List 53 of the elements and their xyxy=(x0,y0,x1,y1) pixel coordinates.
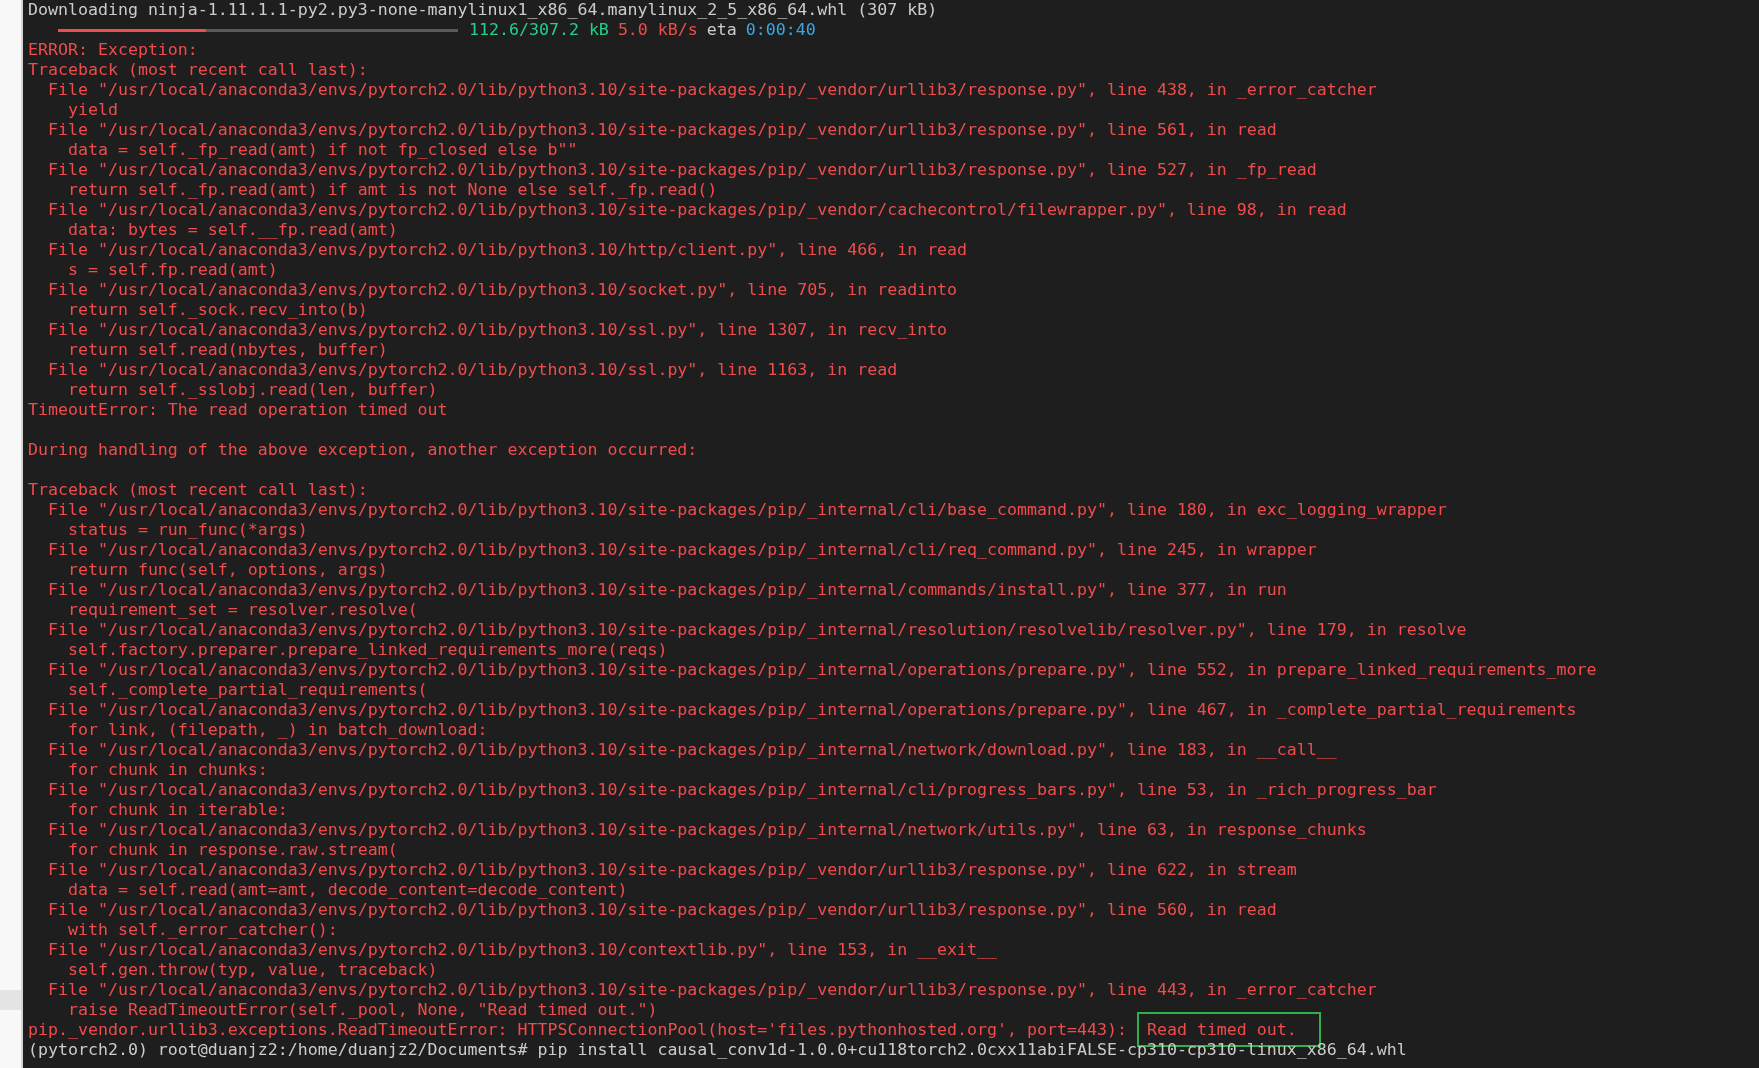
terminal-line: File "/usr/local/anaconda3/envs/pytorch2.0/lib/python3.10/socket.py", line 705, in readinto xyxy=(46,280,959,300)
terminal-line: File "/usr/local/anaconda3/envs/pytorch2.0/lib/python3.10/ssl.py", line 1307, in recv_into xyxy=(46,320,949,340)
terminal-line: File "/usr/local/anaconda3/envs/pytorch2.0/lib/python3.10/site-packages/pip/_vendor/urllib3/response.py", line 560, in read xyxy=(46,900,1278,920)
terminal-line: for link, (filepath, _) in batch_download: xyxy=(66,720,489,740)
terminal-line: data: bytes = self.__fp.read(amt) xyxy=(66,220,399,240)
terminal-line: return self.read(nbytes, buffer) xyxy=(66,340,389,360)
terminal-line: File "/usr/local/anaconda3/envs/pytorch2.0/lib/python3.10/site-packages/pip/_internal/network/download.py", line 183, in __call__ xyxy=(46,740,1338,760)
terminal-line: pip._vendor.urllib3.exceptions.ReadTimeoutError: HTTPSConnectionPool(host='files.pythonhosted.org', port=443): xyxy=(28,1020,1127,1039)
terminal-line: return self._fp.read(amt) if amt is not None else self._fp.read() xyxy=(66,180,719,200)
terminal-line: File "/usr/local/anaconda3/envs/pytorch2.0/lib/python3.10/site-packages/pip/_internal/cli/progress_bars.py", line 53, in _rich_progress_bar xyxy=(46,780,1438,800)
eta-label: eta xyxy=(706,20,737,40)
terminal-line: File "/usr/local/anaconda3/envs/pytorch2.0/lib/python3.10/site-packages/pip/_internal/operations/prepare.py", line 552, in prepare_linked_requirements_more xyxy=(46,660,1598,680)
terminal-line: return self._sslobj.read(len, buffer) xyxy=(66,380,439,400)
terminal-line: File "/usr/local/anaconda3/envs/pytorch2.0/lib/python3.10/site-packages/pip/_internal/commands/install.py", line 377, in run xyxy=(46,580,1288,600)
terminal-line: File "/usr/local/anaconda3/envs/pytorch2.0/lib/python3.10/site-packages/pip/_internal/operations/prepare.py", line 467, in _complete_partial_requirements xyxy=(46,700,1578,720)
terminal-line: File "/usr/local/anaconda3/envs/pytorch2.0/lib/python3.10/site-packages/pip/_vendor/urllib3/response.py", line 527, in _fp_read xyxy=(46,160,1318,180)
terminal-line: s = self.fp.read(amt) xyxy=(66,260,279,280)
terminal-line: Traceback (most recent call last): xyxy=(28,480,369,500)
terminal-line: File "/usr/local/anaconda3/envs/pytorch2.0/lib/python3.10/site-packages/pip/_vendor/urllib3/response.py", line 438, in _error_catcher xyxy=(46,80,1378,100)
terminal-line: File "/usr/local/anaconda3/envs/pytorch2.0/lib/python3.10/site-packages/pip/_internal/resolution/resolvelib/resolver.py", line 179, in resolve xyxy=(46,620,1468,640)
terminal-line: TimeoutError: The read operation timed out xyxy=(28,400,449,420)
terminal-line: File "/usr/local/anaconda3/envs/pytorch2.0/lib/python3.10/site-packages/pip/_vendor/urllib3/response.py", line 561, in read xyxy=(46,120,1278,140)
terminal-line: File "/usr/local/anaconda3/envs/pytorch2.0/lib/python3.10/ssl.py", line 1163, in read xyxy=(46,360,899,380)
terminal-line: requirement_set = resolver.resolve( xyxy=(66,600,419,620)
terminal-line: with self._error_catcher(): xyxy=(66,920,339,940)
terminal-line: During handling of the above exception, another exception occurred: xyxy=(28,440,699,460)
download-size: 112.6/307.2 kB xyxy=(469,20,609,40)
terminal-line: return self._sock.recv_into(b) xyxy=(66,300,369,320)
terminal-line: status = run_func(*args) xyxy=(66,520,309,540)
terminal-line: self._complete_partial_requirements( xyxy=(66,680,429,700)
terminal-line: raise ReadTimeoutError(self._pool, None, "Read timed out.") xyxy=(66,1000,659,1020)
terminal-line: Downloading ninja-1.11.1.1-py2.py3-none-manylinux1_x86_64.manylinux_2_5_x86_64.whl (307 kB) xyxy=(28,0,939,20)
terminal-line: File "/usr/local/anaconda3/envs/pytorch2.0/lib/python3.10/site-packages/pip/_internal/cli/base_command.py", line 180, in exc_logging_wrapper xyxy=(46,500,1448,520)
terminal-line: File "/usr/local/anaconda3/envs/pytorch2.0/lib/python3.10/site-packages/pip/_vendor/cachecontrol/filewrapper.py", line 98, in read xyxy=(46,200,1348,220)
terminal-line: Traceback (most recent call last): xyxy=(28,60,369,80)
terminal-line: File "/usr/local/anaconda3/envs/pytorch2.0/lib/python3.10/site-packages/pip/_vendor/urllib3/response.py", line 443, in _error_catcher xyxy=(46,980,1378,1000)
terminal-line: File "/usr/local/anaconda3/envs/pytorch2.0/lib/python3.10/contextlib.py", line 153, in __exit__ xyxy=(46,940,999,960)
terminal-line: yield xyxy=(66,100,119,120)
download-speed: 5.0 kB/s xyxy=(617,20,698,40)
terminal-line: File "/usr/local/anaconda3/envs/pytorch2.0/lib/python3.10/http/client.py", line 466, in read xyxy=(46,240,969,260)
terminal-line: data = self.read(amt=amt, decode_content=decode_content) xyxy=(66,880,629,900)
terminal-line: File "/usr/local/anaconda3/envs/pytorch2.0/lib/python3.10/site-packages/pip/_internal/cli/req_command.py", line 245, in wrapper xyxy=(46,540,1318,560)
terminal-line: ERROR: Exception: xyxy=(28,40,199,60)
terminal-line: File "/usr/local/anaconda3/envs/pytorch2.0/lib/python3.10/site-packages/pip/_internal/network/utils.py", line 63, in response_chunks xyxy=(46,820,1368,840)
terminal-line: for chunk in chunks: xyxy=(66,760,269,780)
terminal-line: return func(self, options, args) xyxy=(66,560,389,580)
terminal-line: for chunk in response.raw.stream( xyxy=(66,840,399,860)
eta-time: 0:00:40 xyxy=(745,20,816,40)
terminal-line: for chunk in iterable: xyxy=(66,800,289,820)
terminal-line: data = self._fp_read(amt) if not fp_closed else b"" xyxy=(66,140,579,160)
terminal-line: self.gen.throw(typ, value, traceback) xyxy=(66,960,439,980)
terminal-line: self.factory.preparer.prepare_linked_requirements_more(reqs) xyxy=(66,640,669,660)
terminal-line: File "/usr/local/anaconda3/envs/pytorch2.0/lib/python3.10/site-packages/pip/_vendor/urllib3/response.py", line 622, in stream xyxy=(46,860,1298,880)
